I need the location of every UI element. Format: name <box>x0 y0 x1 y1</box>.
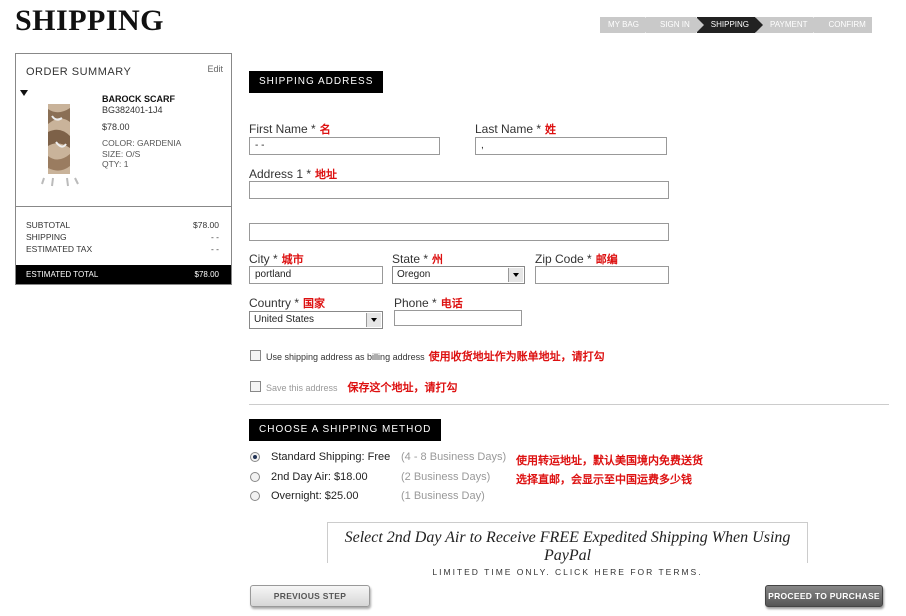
first-name-label: First Name * 名 <box>249 121 331 137</box>
step-payment: PAYMENT <box>756 17 823 33</box>
shipping-row: SHIPPING - - <box>26 232 219 242</box>
address2-field[interactable] <box>249 223 669 241</box>
zip-label-text: Zip Code * <box>535 252 592 266</box>
tax-label: ESTIMATED TAX <box>26 244 93 254</box>
chevron-down-icon[interactable] <box>508 268 523 282</box>
address1-label-text: Address 1 * <box>249 167 312 181</box>
country-label: Country * 国家 <box>249 295 325 311</box>
product-image <box>41 104 79 187</box>
last-name-cn: 姓 <box>545 124 557 136</box>
address1-cn: 地址 <box>315 169 338 181</box>
phone-label-text: Phone * <box>394 296 437 310</box>
edit-link[interactable]: Edit <box>207 64 223 74</box>
state-cn: 州 <box>432 254 444 266</box>
billing-checkbox-row: Use shipping address as billing address 使… <box>266 348 605 364</box>
second-day-air-radio[interactable] <box>250 472 260 482</box>
save-address-label: Save this address <box>266 383 338 393</box>
last-name-label-text: Last Name * <box>475 122 542 136</box>
address1-label: Address 1 * 地址 <box>249 166 337 182</box>
shipping-label: SHIPPING <box>26 232 67 242</box>
chevron-down-icon[interactable] <box>366 313 381 327</box>
first-name-cn: 名 <box>319 124 331 136</box>
country-cn: 国家 <box>303 298 326 310</box>
product-color: COLOR: GARDENIA <box>102 138 182 148</box>
state-select[interactable]: Oregon <box>392 266 525 284</box>
promo-headline: Select 2nd Day Air to Receive FREE Exped… <box>344 529 791 564</box>
step-confirm: CONFIRM <box>814 17 872 33</box>
tax-value: - - <box>210 244 219 254</box>
step-sign-in[interactable]: SIGN IN <box>645 17 704 33</box>
previous-step-button[interactable]: PREVIOUS STEP <box>250 585 370 607</box>
second-day-air-label: 2nd Day Air: $18.00 <box>271 471 368 483</box>
overnight-days: (1 Business Day) <box>401 490 485 502</box>
collapse-triangle-icon[interactable] <box>20 90 28 96</box>
step-shipping: SHIPPING <box>696 17 764 33</box>
product-size: SIZE: O/S <box>102 149 141 159</box>
estimated-total-bar: ESTIMATED TOTAL $78.00 <box>16 265 231 284</box>
city-cn: 城市 <box>281 254 304 266</box>
address1-field[interactable] <box>249 181 669 199</box>
first-name-label-text: First Name * <box>249 122 316 136</box>
page-title: SHIPPING <box>15 4 165 37</box>
standard-shipping-label: Standard Shipping: Free <box>271 451 391 463</box>
summary-divider <box>16 206 231 207</box>
phone-cn: 电话 <box>440 298 463 310</box>
shipping-address-header: SHIPPING ADDRESS <box>249 71 384 93</box>
total-value: $78.00 <box>194 270 219 279</box>
product-qty: QTY: 1 <box>102 159 129 169</box>
subtotal-label: SUBTOTAL <box>26 220 71 230</box>
phone-field[interactable] <box>394 310 522 326</box>
overnight-label: Overnight: $25.00 <box>271 490 359 502</box>
second-day-air-cn: 选择直邮，会显示至中国运费多少钱 <box>516 474 692 486</box>
proceed-to-purchase-button[interactable]: PROCEED TO PURCHASE <box>765 585 883 607</box>
total-label: ESTIMATED TOTAL <box>26 270 99 279</box>
billing-checkbox-cn: 使用收货地址作为账单地址，请打勾 <box>428 351 605 363</box>
promo-terms-link[interactable]: LIMITED TIME ONLY. CLICK HERE FOR TERMS. <box>328 567 807 577</box>
city-label-text: City * <box>249 252 278 266</box>
state-label-text: State * <box>392 252 429 266</box>
product-sku: BG382401-1J4 <box>102 105 163 115</box>
last-name-field[interactable]: , <box>475 137 667 155</box>
subtotal-row: SUBTOTAL $78.00 <box>26 220 219 230</box>
country-value: United States <box>254 314 315 325</box>
billing-checkbox[interactable] <box>250 350 261 361</box>
order-summary: ORDER SUMMARY Edit BAROCK SCARF BG382401… <box>15 53 232 285</box>
standard-shipping-days: (4 - 8 Business Days) <box>401 451 507 463</box>
section-divider <box>249 404 889 405</box>
last-name-label: Last Name * 姓 <box>475 121 556 137</box>
phone-label: Phone * 电话 <box>394 295 463 311</box>
save-address-cn: 保存这个地址，请打勾 <box>347 382 458 394</box>
standard-shipping-radio[interactable] <box>250 452 260 462</box>
product-name: BAROCK SCARF <box>102 94 175 104</box>
step-my-bag[interactable]: MY BAG <box>600 17 653 33</box>
shipping-value: - - <box>210 232 219 242</box>
country-select[interactable]: United States <box>249 311 383 329</box>
city-field[interactable]: portland <box>249 266 383 284</box>
city-label: City * 城市 <box>249 251 304 267</box>
country-label-text: Country * <box>249 296 300 310</box>
state-label: State * 州 <box>392 251 443 267</box>
checkout-progress: MY BAG SIGN IN SHIPPING PAYMENT CONFIRM <box>600 17 872 33</box>
standard-shipping-cn: 使用转运地址，默认美国境内免费送货 <box>516 455 703 467</box>
overnight-radio[interactable] <box>250 491 260 501</box>
paypal-promo-banner[interactable]: Select 2nd Day Air to Receive FREE Exped… <box>327 522 808 577</box>
tax-row: ESTIMATED TAX - - <box>26 244 219 254</box>
order-summary-title: ORDER SUMMARY <box>26 66 132 78</box>
zip-label: Zip Code * 邮编 <box>535 251 618 267</box>
save-address-row: Save this address 保存这个地址，请打勾 <box>266 379 458 395</box>
save-address-checkbox[interactable] <box>250 381 261 392</box>
shipping-method-header: CHOOSE A SHIPPING METHOD <box>249 419 442 441</box>
billing-checkbox-label: Use shipping address as billing address <box>266 352 425 362</box>
zip-field[interactable] <box>535 266 669 284</box>
subtotal-value: $78.00 <box>193 220 219 230</box>
zip-cn: 邮编 <box>595 254 618 266</box>
second-day-air-days: (2 Business Days) <box>401 471 491 483</box>
product-price: $78.00 <box>102 122 130 132</box>
state-value: Oregon <box>397 269 431 280</box>
first-name-field[interactable]: - - <box>249 137 440 155</box>
